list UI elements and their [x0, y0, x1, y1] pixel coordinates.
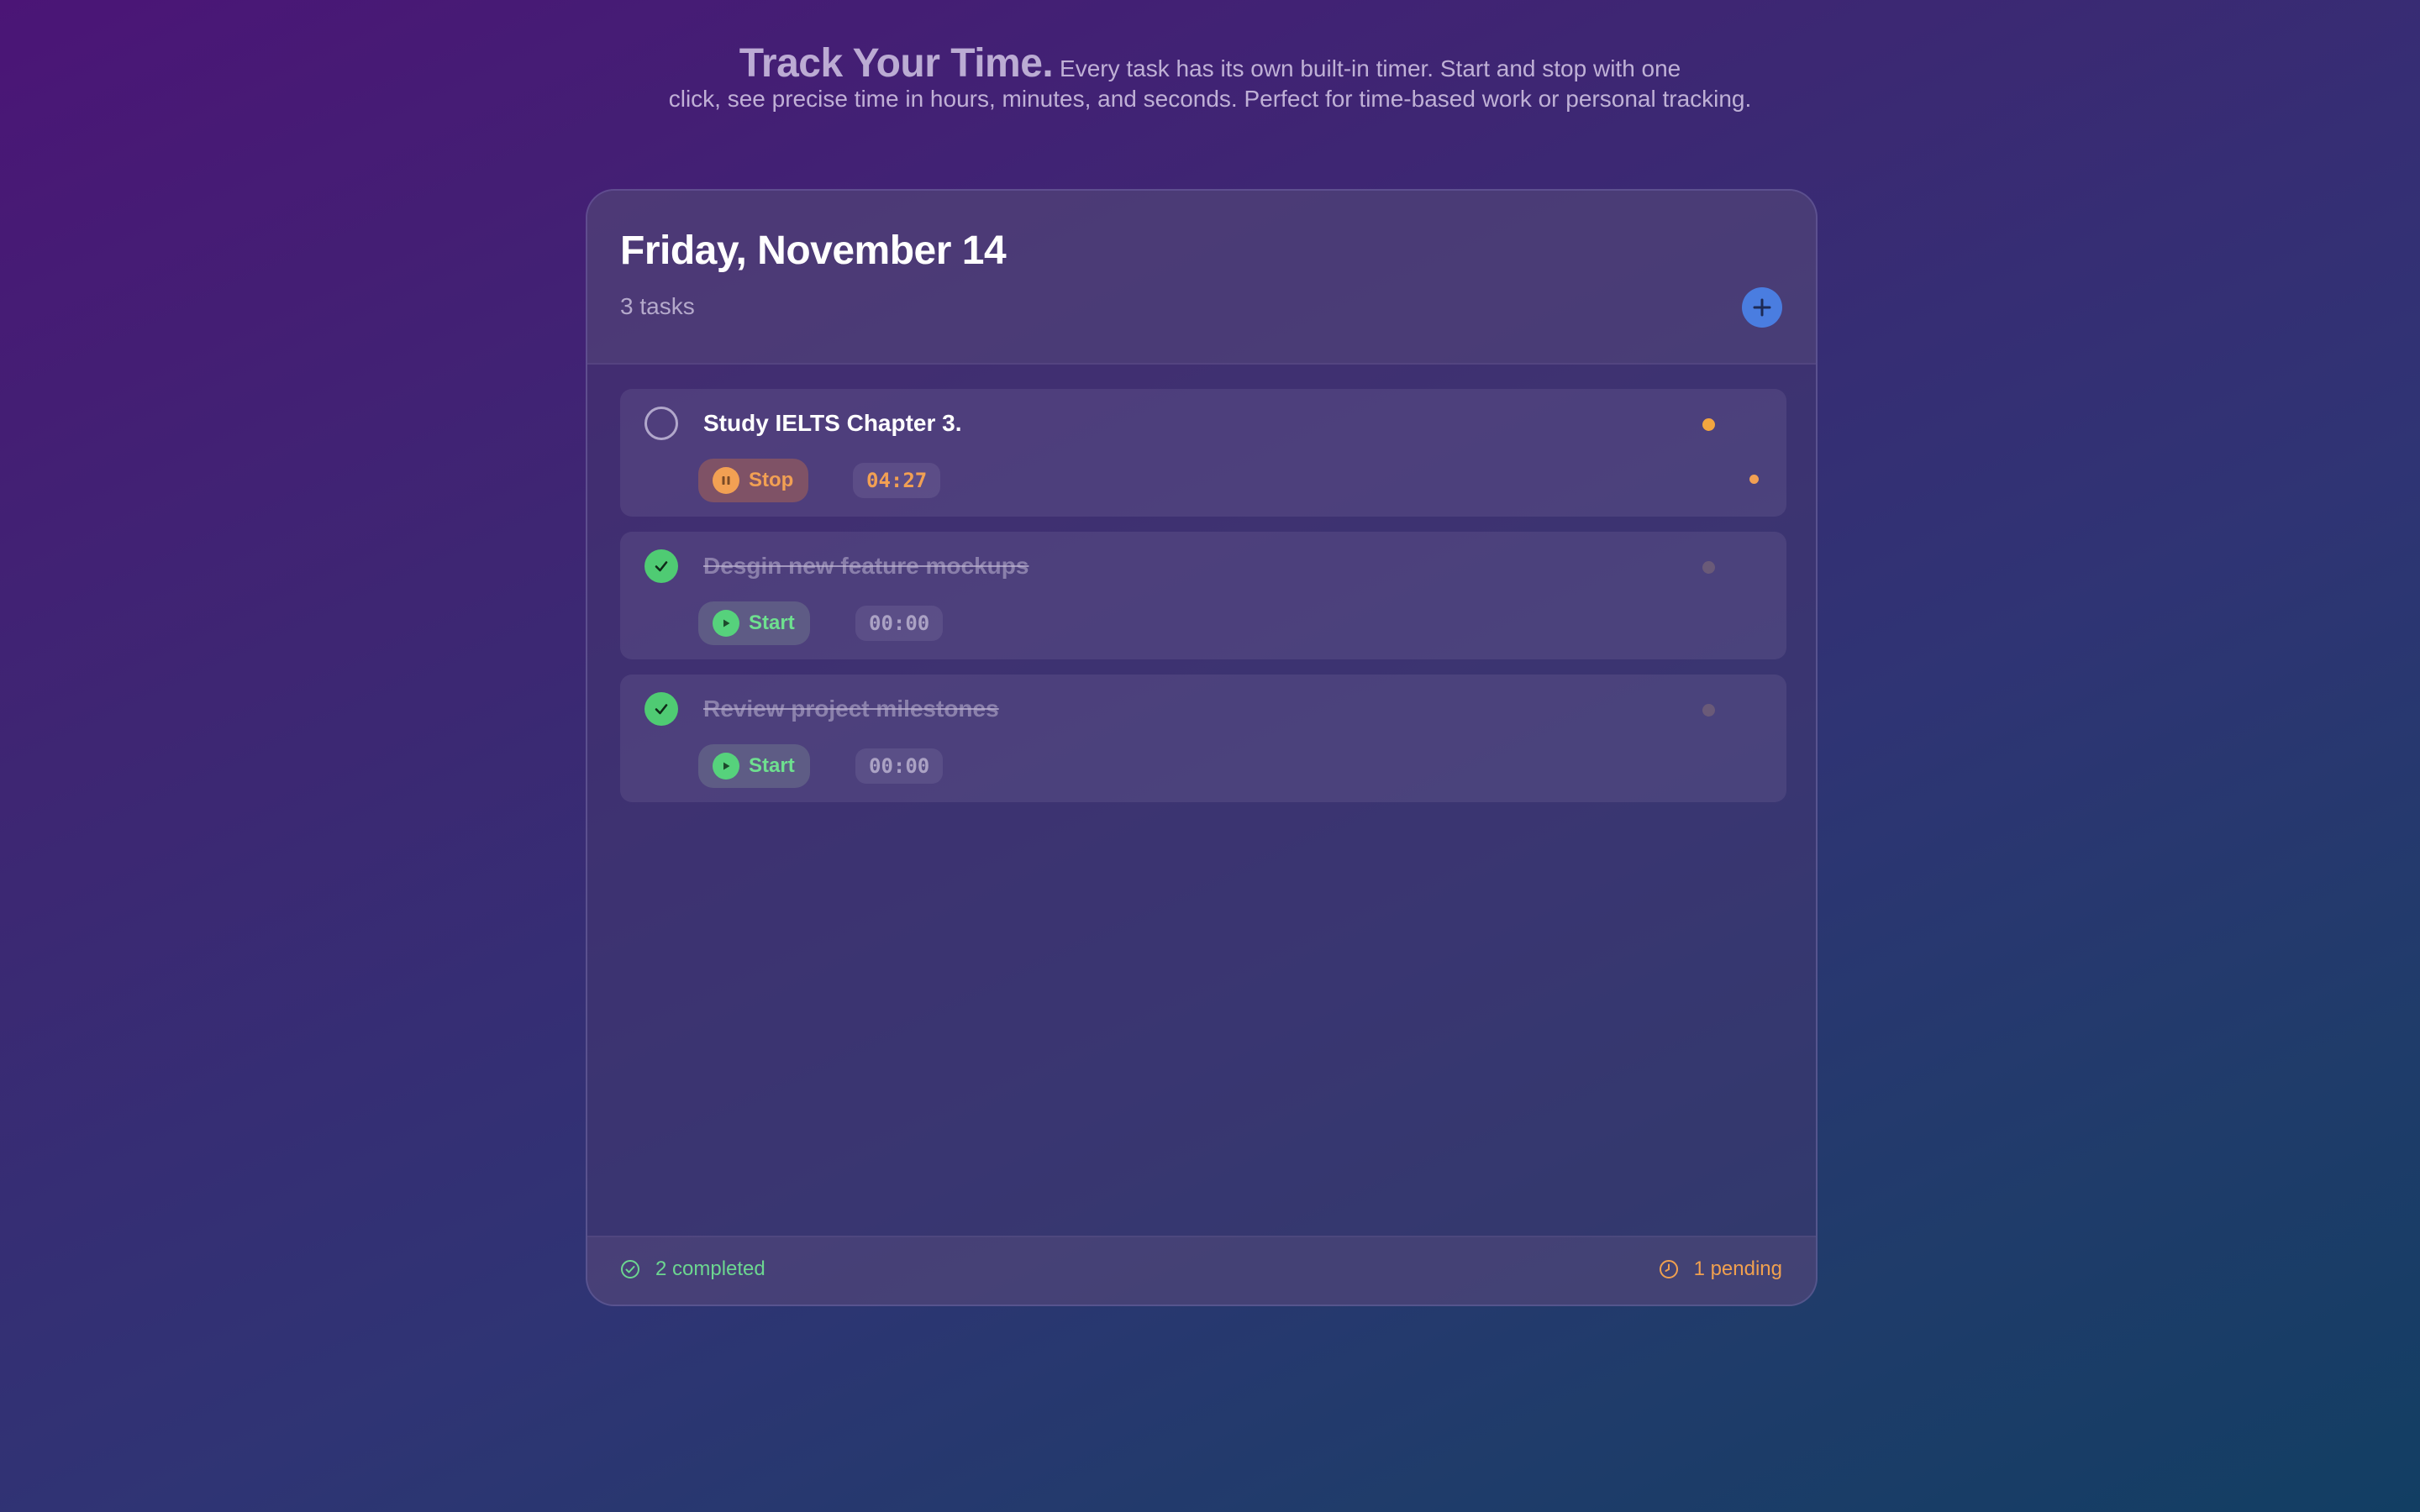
- start-timer-button[interactable]: Start: [698, 601, 810, 645]
- card-header: Friday, November 14 3 tasks: [587, 191, 1816, 365]
- timer-display: 00:00: [855, 606, 944, 641]
- play-icon: [713, 753, 739, 780]
- hero-description-2: click, see precise time in hours, minute…: [668, 86, 1752, 112]
- task-card: Friday, November 14 3 tasks Study IELTS …: [586, 189, 1818, 1306]
- pause-icon: [713, 467, 739, 494]
- priority-dot: [1702, 418, 1715, 431]
- task-checkbox[interactable]: [644, 407, 678, 440]
- play-icon: [713, 610, 739, 637]
- task-list: Study IELTS Chapter 3. Stop 04:27 Desgin…: [620, 389, 1786, 817]
- hero-title: Track Your Time.: [739, 41, 1054, 86]
- priority-dot: [1702, 704, 1715, 717]
- stop-button-label: Stop: [749, 469, 794, 491]
- start-button-label: Start: [749, 612, 795, 634]
- timer-display: 00:00: [855, 748, 944, 784]
- timer-display: 04:27: [853, 463, 941, 498]
- task-checkbox[interactable]: [644, 549, 678, 583]
- completed-summary: 2 completed: [620, 1257, 765, 1281]
- pending-count: 1 pending: [1693, 1257, 1782, 1280]
- task-title[interactable]: Desgin new feature mockups: [703, 553, 1028, 580]
- hero-description-1: Every task has its own built-in timer. S…: [1060, 55, 1681, 81]
- start-button-label: Start: [749, 754, 795, 777]
- check-icon: [655, 704, 668, 715]
- add-task-button[interactable]: [1742, 287, 1782, 328]
- priority-dot: [1702, 561, 1715, 574]
- task-checkbox[interactable]: [644, 692, 678, 726]
- check-circle-icon: [621, 1260, 639, 1278]
- hero-line-1: Track Your Time. Every task has its own …: [0, 44, 2420, 84]
- completed-count: 2 completed: [655, 1257, 765, 1280]
- task-item[interactable]: Study IELTS Chapter 3. Stop 04:27: [620, 389, 1786, 517]
- page-title: Friday, November 14: [620, 228, 1007, 273]
- task-item[interactable]: Desgin new feature mockups Start 00:00: [620, 532, 1786, 659]
- clock-icon: [1659, 1260, 1678, 1278]
- hero-intro: Track Your Time. Every task has its own …: [0, 44, 2420, 114]
- pending-summary: 1 pending: [1659, 1257, 1782, 1281]
- stop-timer-button[interactable]: Stop: [698, 459, 809, 502]
- task-title[interactable]: Study IELTS Chapter 3.: [703, 410, 962, 437]
- running-indicator: [1749, 475, 1759, 484]
- card-footer: 2 completed 1 pending: [587, 1236, 1816, 1305]
- start-timer-button[interactable]: Start: [698, 744, 810, 788]
- task-item[interactable]: Review project milestones Start 00:00: [620, 675, 1786, 802]
- check-icon: [655, 561, 668, 572]
- plus-icon: [1753, 298, 1771, 317]
- task-count: 3 tasks: [620, 293, 695, 319]
- hero-line-2: click, see precise time in hours, minute…: [0, 84, 2420, 114]
- task-title[interactable]: Review project milestones: [703, 696, 999, 722]
